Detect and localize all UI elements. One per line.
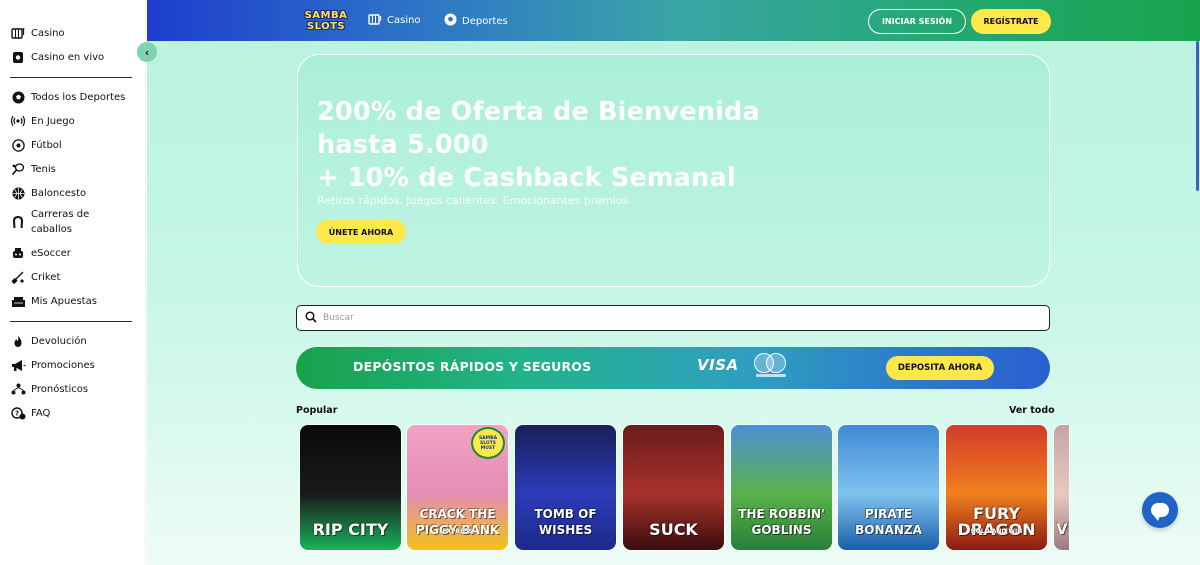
search-bar[interactable]: [296, 305, 1050, 331]
hero-subtitle: Retiros rápidos. Juegos calientes. Emoci…: [317, 194, 632, 207]
slot-machine-icon: [10, 26, 26, 40]
sidebar-item-label: Tenis: [31, 163, 56, 175]
logo-text-line1: SAMBA: [304, 10, 348, 21]
cricket-icon: [10, 270, 26, 284]
live-cards-icon: [10, 50, 26, 64]
game-title: RIP CITY: [312, 520, 389, 539]
nav-casino[interactable]: Casino: [368, 13, 421, 28]
hero-title-line: hasta 5.000: [317, 130, 489, 160]
sidebar-item-my-bets[interactable]: Mis Apuestas: [10, 294, 97, 308]
sidebar-item-label: eSoccer: [31, 247, 71, 259]
sidebar-item-label: Mis Apuestas: [31, 295, 97, 307]
game-card[interactable]: VI: [1053, 424, 1070, 551]
sidebar-item-live[interactable]: En Juego: [10, 114, 75, 128]
game-title: VI: [1056, 522, 1069, 538]
sidebar-item-label: Pronósticos: [31, 383, 89, 395]
sidebar-item-esoccer[interactable]: eSoccer: [10, 246, 71, 260]
sidebar-item-football[interactable]: Fútbol: [10, 138, 62, 152]
logo-text-line2: SLOTS: [306, 21, 346, 32]
sidebar-divider: [10, 321, 132, 322]
sidebar-item-cashback[interactable]: Devolución: [10, 334, 87, 348]
search-icon: [305, 310, 317, 326]
sidebar-item-label: Criket: [31, 271, 61, 283]
game-title: PIRATE BONANZA: [855, 507, 922, 537]
hero-title: 200% de Oferta de Bienvenida hasta 5.000…: [317, 96, 837, 195]
sidebar-item-label: Promociones: [31, 359, 95, 371]
logo[interactable]: SAMBA SLOTS: [298, 8, 354, 34]
sidebar-item-cricket[interactable]: Criket: [10, 270, 60, 284]
megaphone-icon: [10, 358, 26, 372]
sidebar-item-label: En Juego: [31, 115, 75, 127]
soccer-ball-icon: [444, 13, 457, 29]
hero-title-line: + 10% de Cashback Semanal: [317, 163, 736, 193]
game-card[interactable]: FURY DRAGON HOLD AND WIN: [945, 424, 1048, 551]
popular-section-title: Popular: [296, 405, 338, 416]
search-input[interactable]: [323, 313, 1023, 323]
basketball-icon: [10, 186, 26, 200]
sidebar-item-predictions[interactable]: Pronósticos: [10, 382, 88, 396]
football-icon: [10, 138, 26, 152]
join-now-button[interactable]: ÚNETE AHORA: [316, 220, 406, 244]
sidebar-item-label: Todos los Deportes: [31, 91, 126, 103]
sidebar-item-horse-racing[interactable]: Carreras de caballos: [10, 207, 120, 237]
chevron-left-icon: ‹: [144, 45, 150, 59]
question-icon: ?: [10, 406, 26, 420]
sidebar-item-label: FAQ: [31, 407, 51, 419]
see-all-link[interactable]: Ver todo: [1009, 405, 1055, 416]
game-card[interactable]: SUCK: [622, 424, 725, 551]
game-card[interactable]: SAMBA SLOTS MUST CRACK THE PIGGY BANK EXPR…: [406, 424, 509, 551]
sidebar-item-label: Carreras de caballos: [31, 209, 90, 235]
scrollbar[interactable]: [1196, 41, 1199, 191]
live-signal-icon: [10, 114, 26, 128]
sidebar-item-tennis[interactable]: Tenis: [10, 162, 56, 176]
nav-sports-label: Deportes: [462, 15, 508, 27]
chat-button[interactable]: [1142, 492, 1178, 528]
hero-title-line: 200% de Oferta de Bienvenida: [317, 97, 760, 127]
sidebar-item-all-sports[interactable]: Todos los Deportes: [10, 90, 125, 104]
game-card[interactable]: RIP CITY: [299, 424, 402, 551]
visa-logo: VISA: [697, 356, 739, 374]
svg-text:?: ?: [15, 409, 19, 417]
mastercard-icon: [754, 353, 788, 381]
sidebar-item-promotions[interactable]: Promociones: [10, 358, 95, 372]
deposit-now-button[interactable]: DEPOSITA AHORA: [886, 356, 994, 380]
register-button[interactable]: REGÍSTRATE: [971, 9, 1051, 34]
gamepad-icon: [10, 246, 26, 260]
sidebar-item-label: Casino: [31, 27, 65, 39]
sidebar-item-label: Fútbol: [31, 139, 62, 151]
sidebar-collapse-button[interactable]: ‹: [137, 42, 157, 62]
fire-icon: [10, 334, 26, 348]
nav-casino-label: Casino: [387, 15, 421, 26]
sidebar-item-casino-live[interactable]: Casino en vivo: [10, 50, 104, 64]
login-button[interactable]: INICIAR SESIÓN: [868, 9, 966, 34]
game-subtitle: EXPRESS: [442, 528, 473, 535]
sidebar: Casino Casino en vivo Todos los Deportes…: [0, 0, 146, 565]
chat-icon: [1151, 503, 1169, 521]
game-title: SUCK: [649, 520, 698, 539]
sidebar-item-label: Baloncesto: [31, 187, 87, 199]
deposit-banner-text: DEPÓSITOS RÁPIDOS Y SEGUROS: [353, 359, 592, 374]
game-title: TOMB OF WISHES: [534, 507, 597, 537]
sidebar-item-casino[interactable]: Casino: [10, 26, 65, 40]
sidebar-item-label: Devolución: [31, 335, 87, 347]
game-title: THE ROBBIN' GOBLINS: [738, 507, 825, 537]
game-subtitle: HOLD AND WIN: [970, 528, 1023, 535]
game-card[interactable]: THE ROBBIN' GOBLINS: [730, 424, 833, 551]
sidebar-item-basketball[interactable]: Baloncesto: [10, 186, 86, 200]
bets-icon: [10, 294, 26, 308]
tennis-icon: [10, 162, 26, 176]
soccer-ball-icon: [10, 90, 26, 104]
game-card[interactable]: PIRATE BONANZA: [837, 424, 940, 551]
nav-sports[interactable]: Deportes: [444, 13, 508, 29]
sidebar-item-faq[interactable]: ? FAQ: [10, 406, 50, 420]
horseshoe-icon: [10, 207, 26, 237]
chart-icon: [10, 382, 26, 396]
game-card[interactable]: TOMB OF WISHES: [514, 424, 617, 551]
slot-machine-icon: [368, 13, 382, 28]
game-badge: SAMBA SLOTS MUST: [471, 427, 505, 459]
sidebar-item-label: Casino en vivo: [31, 51, 105, 63]
sidebar-divider: [10, 77, 132, 78]
